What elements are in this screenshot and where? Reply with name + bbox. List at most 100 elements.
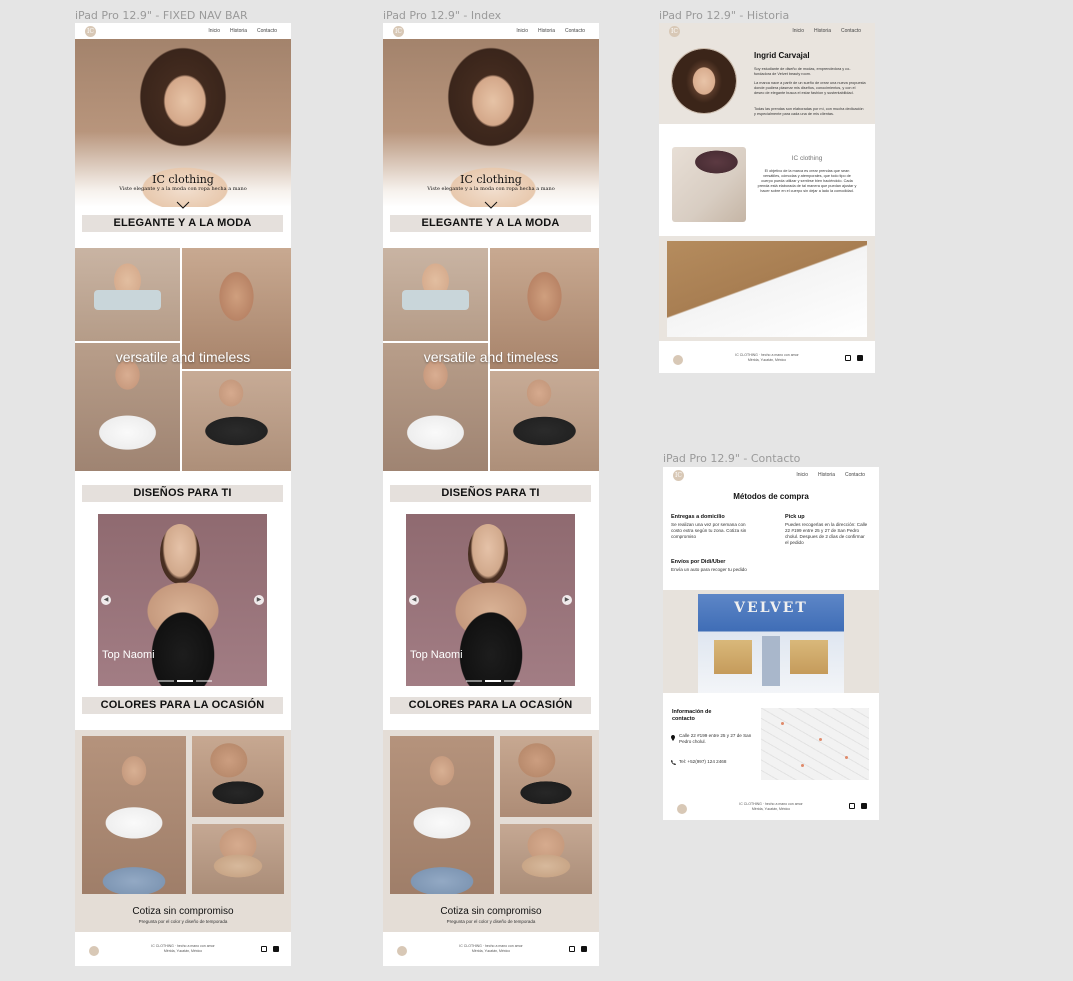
pickup-text: Puedes recogerlas en la dirección: Calle… — [785, 522, 868, 545]
product-image — [672, 147, 746, 222]
logo[interactable]: IC — [85, 26, 96, 37]
founder-name: Ingrid Carvajal — [754, 51, 810, 60]
frame-label-contacto: iPad Pro 12.9" - Contacto — [663, 452, 801, 465]
overlay-text: versatile and timeless — [115, 349, 251, 365]
facebook-icon[interactable] — [273, 946, 279, 952]
footer: IC CLOTHING · hecho a mano con amor Mérid… — [75, 932, 291, 966]
delivery-heading: Entregas a domicilio — [671, 514, 725, 520]
page-title: Métodos de compra — [733, 492, 809, 501]
carousel-prev-icon[interactable]: ◀ — [409, 595, 419, 605]
footer-line2: Mérida, Yucatán, México — [747, 358, 787, 362]
footer-text: IC CLOTHING · hecho a mano con amor Mérid… — [663, 802, 879, 812]
delivery-text: Se realizan una vez por semana con costo… — [671, 522, 747, 539]
frame-historia[interactable]: IC Inicio Historia Contacto Ingrid Carva… — [659, 23, 875, 373]
contact-phone: Tel: +52(997) 124 2468 — [679, 759, 727, 764]
footer-line2: Mérida, Yucatán, México — [751, 807, 791, 811]
pickup-heading: Pick up — [785, 514, 805, 520]
section-band-colores: COLORES PARA LA OCASIÓN — [82, 697, 283, 714]
contact-address: Calle 22 #199 entre 25 y 27 de San Pedro… — [679, 733, 752, 744]
carousel-prev-icon[interactable]: ◀ — [101, 595, 111, 605]
nav-contacto[interactable]: Contacto — [257, 28, 277, 34]
hero-title: IC clothing — [460, 173, 522, 186]
carousel-next-icon[interactable]: ▶ — [254, 595, 264, 605]
carousel[interactable]: ◀ ▶ Top Naomi — [98, 514, 267, 686]
carousel-dot[interactable] — [466, 680, 482, 682]
map-marker — [801, 764, 804, 767]
carousel-dot[interactable] — [485, 680, 501, 682]
footer: IC CLOTHING · hecho a mano con amor Mérid… — [659, 341, 875, 373]
frame-fixed-nav[interactable]: IC Inicio Historia Contacto IC clothing … — [75, 23, 291, 966]
section-band-elegante: ELEGANTE Y A LA MODA — [390, 215, 591, 232]
carousel-model-face — [468, 524, 508, 584]
section-band-elegante: ELEGANTE Y A LA MODA — [82, 215, 283, 232]
logo[interactable]: IC — [393, 26, 404, 37]
didi-text: Envía un auto para recoger tu pedido — [671, 567, 747, 572]
carousel-dot[interactable] — [158, 680, 174, 682]
frame-contacto[interactable]: IC Inicio Historia Contacto Métodos de c… — [663, 467, 879, 820]
nav-inicio[interactable]: Inicio — [792, 28, 804, 34]
chevron-down-icon[interactable] — [484, 201, 498, 209]
map-marker — [845, 756, 848, 759]
nav-contacto[interactable]: Contacto — [565, 28, 585, 34]
logo[interactable]: IC — [673, 470, 684, 481]
facebook-icon[interactable] — [861, 803, 867, 809]
carousel-model-body — [446, 578, 536, 686]
nav-bar: IC Inicio Historia Contacto — [663, 467, 879, 483]
footer-line1: IC CLOTHING · hecho a mano con amor — [735, 353, 799, 357]
nav-historia[interactable]: Historia — [230, 28, 247, 34]
carousel-dot[interactable] — [196, 680, 212, 682]
instagram-icon[interactable] — [845, 355, 851, 361]
photo-black-top — [490, 371, 599, 471]
cta-title: Cotiza sin compromiso — [132, 906, 234, 917]
about-paragraph-3: Todas las prendas son elaboradas por mí,… — [754, 107, 864, 116]
nav-inicio[interactable]: Inicio — [208, 28, 220, 34]
carousel[interactable]: ◀ ▶ Top Naomi — [406, 514, 575, 686]
carousel-caption: Top Naomi — [102, 649, 155, 661]
photo-top-blue — [75, 248, 180, 341]
carousel-next-icon[interactable]: ▶ — [562, 595, 572, 605]
photo-top-blue — [383, 248, 488, 341]
nav-bar: IC Inicio Historia Contacto — [75, 23, 291, 39]
footer-line2: Mérida, Yucatán, México — [471, 949, 511, 953]
frame-index[interactable]: IC Inicio Historia Contacto IC clothing … — [383, 23, 599, 966]
carousel-dot[interactable] — [504, 680, 520, 682]
nav-contacto[interactable]: Contacto — [845, 472, 865, 478]
carousel-dot[interactable] — [177, 680, 193, 682]
section-band-disenos: DISEÑOS PARA TI — [390, 485, 591, 502]
facebook-icon[interactable] — [581, 946, 587, 952]
cta-subtitle: Pregunta por el color y diseño de tempor… — [138, 919, 228, 924]
location-map[interactable] — [761, 708, 869, 780]
gallery-photo-white-bow — [82, 736, 186, 894]
footer-line2: Mérida, Yucatán, México — [163, 949, 203, 953]
footer-line1: IC CLOTHING · hecho a mano con amor — [459, 944, 523, 948]
photo-black-top — [182, 371, 291, 471]
brand-objective: El objetivo de la marca es crear prendas… — [757, 169, 857, 193]
about-paragraph-1: Soy estudiante de diseño de modas, empre… — [754, 67, 851, 76]
hero-subtitle: Viste elegante y a la moda con ropa hech… — [427, 186, 555, 192]
location-pin-icon — [671, 735, 675, 741]
store-window — [714, 640, 752, 674]
footer-text: IC CLOTHING · hecho a mano con amor Mérid… — [659, 353, 875, 363]
footer-text: IC CLOTHING · hecho a mano con amor Mérid… — [383, 944, 599, 954]
gallery-photo-beige-top — [192, 824, 284, 894]
nav-historia[interactable]: Historia — [538, 28, 555, 34]
nav-inicio[interactable]: Inicio — [796, 472, 808, 478]
nav-historia[interactable]: Historia — [818, 472, 835, 478]
carousel-model-body — [138, 578, 228, 686]
instagram-icon[interactable] — [569, 946, 575, 952]
section-band-disenos: DISEÑOS PARA TI — [82, 485, 283, 502]
instagram-icon[interactable] — [261, 946, 267, 952]
footer-text: IC CLOTHING · hecho a mano con amor Mérid… — [75, 944, 291, 954]
phone-icon — [671, 760, 676, 765]
nav-historia[interactable]: Historia — [814, 28, 831, 34]
instagram-icon[interactable] — [849, 803, 855, 809]
nav-inicio[interactable]: Inicio — [516, 28, 528, 34]
footer-line1: IC CLOTHING · hecho a mano con amor — [739, 802, 803, 806]
gallery-photo-beige-top — [500, 824, 592, 894]
facebook-icon[interactable] — [857, 355, 863, 361]
didi-heading: Envíos por Didi/Uber — [671, 559, 726, 565]
chevron-down-icon[interactable] — [176, 201, 190, 209]
logo[interactable]: IC — [669, 26, 680, 37]
footer-line1: IC CLOTHING · hecho a mano con amor — [151, 944, 215, 948]
nav-contacto[interactable]: Contacto — [841, 28, 861, 34]
